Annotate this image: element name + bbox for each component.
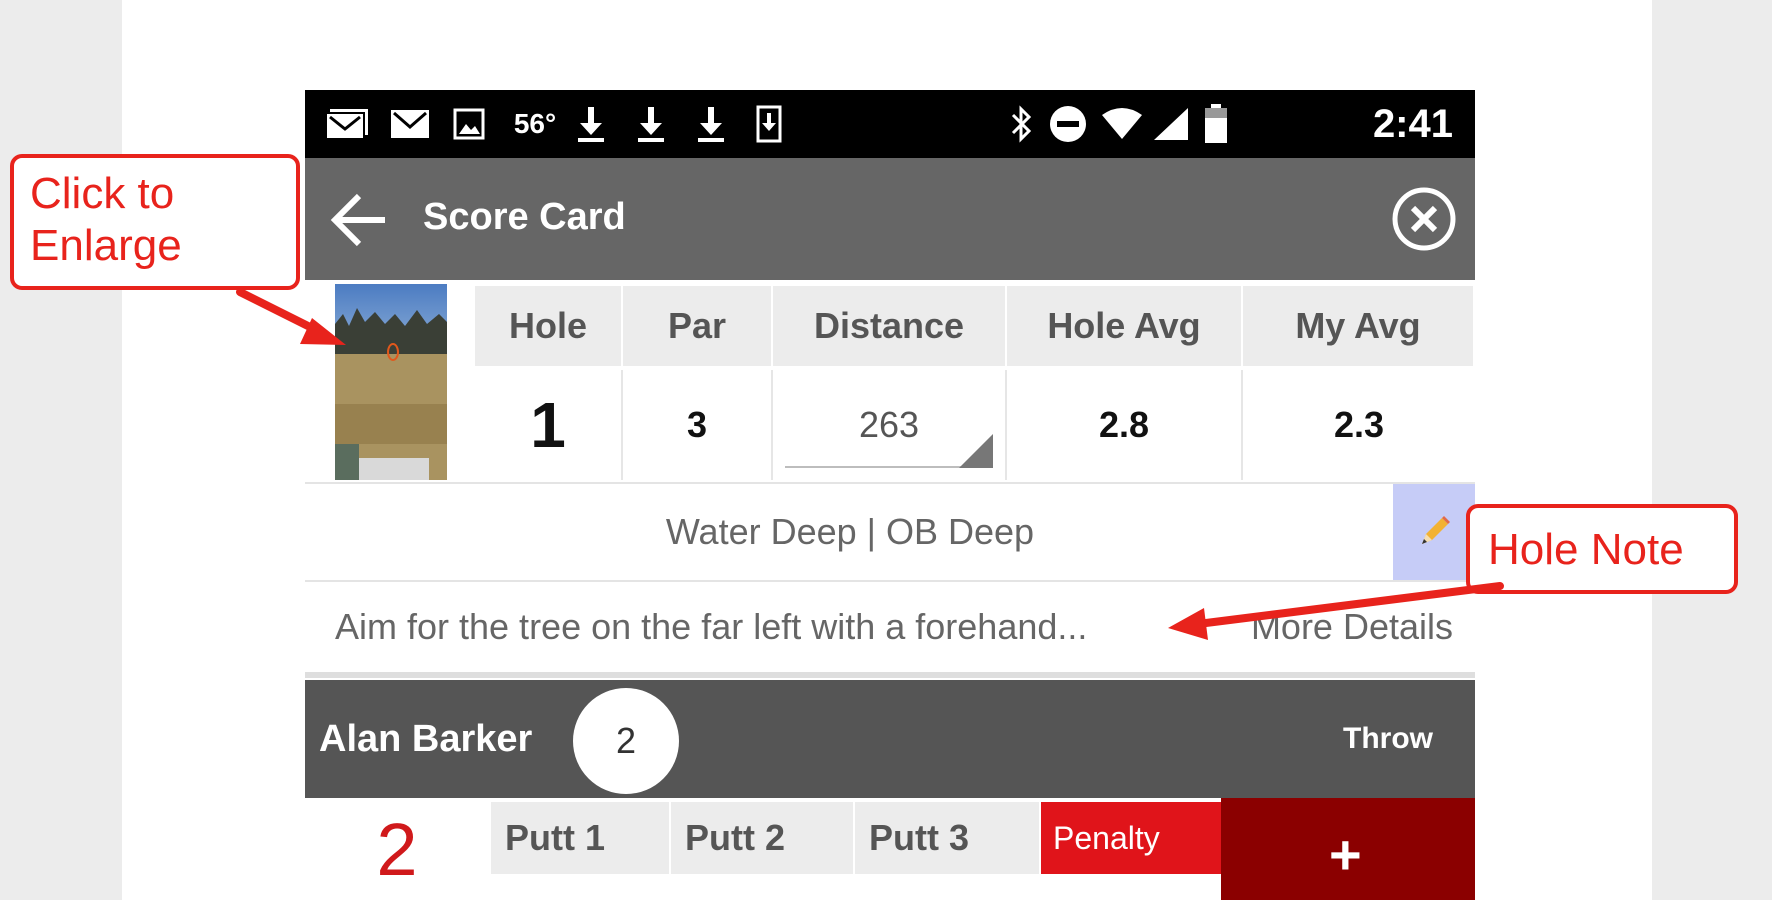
pencil-icon — [1422, 516, 1450, 544]
download-icon — [633, 104, 669, 144]
header-hole: Hole — [475, 286, 623, 366]
image-icon — [451, 104, 487, 144]
edit-note-button[interactable] — [1393, 484, 1475, 580]
dropdown-corner-icon — [959, 434, 993, 468]
add-stroke-button[interactable]: + — [1221, 798, 1475, 900]
hole-score-display: 2 — [376, 807, 418, 891]
hole-note-row: Aim for the tree on the far left with a … — [305, 580, 1475, 678]
header-hole-avg: Hole Avg — [1007, 286, 1243, 366]
hole-number: 1 — [475, 370, 623, 480]
putt-1-button[interactable]: Putt 1 — [491, 802, 671, 874]
hazards-row: Water Deep | OB Deep — [305, 482, 1475, 580]
hole-photo-image — [335, 284, 447, 480]
throw-button[interactable]: Throw — [1343, 722, 1433, 756]
hole-note-text: Aim for the tree on the far left with a … — [335, 606, 1088, 647]
penalty-button[interactable]: Penalty — [1041, 802, 1221, 874]
player-name: Alan Barker — [319, 718, 533, 760]
temperature-text: 56° — [513, 108, 557, 139]
battery-icon — [1201, 104, 1231, 144]
plus-icon: + — [1329, 823, 1362, 886]
distance-field[interactable]: 263 — [773, 370, 1007, 480]
bluetooth-icon — [1005, 104, 1037, 144]
hole-thumbnail[interactable] — [335, 284, 447, 480]
click-to-enlarge-callout: Click to Enlarge — [10, 154, 300, 290]
header-my-avg: My Avg — [1243, 286, 1475, 366]
header-distance: Distance — [773, 286, 1007, 366]
hazards-text: Water Deep | OB Deep — [665, 511, 1035, 552]
player-bar: Alan Barker 2 Throw — [305, 680, 1475, 798]
back-button[interactable] — [327, 188, 391, 252]
gmail-multi-icon — [323, 104, 371, 144]
download-icon — [573, 104, 609, 144]
distance-value: 263 — [858, 404, 920, 445]
phone-download-icon — [751, 104, 787, 144]
phone-screen: 56° 2:41 Score Card Hole Par Distance Ho… — [305, 90, 1475, 900]
do-not-disturb-icon — [1047, 104, 1089, 144]
par-value: 3 — [623, 370, 773, 480]
more-details-link[interactable]: More Details — [1251, 606, 1453, 648]
player-score-badge[interactable]: 2 — [573, 688, 679, 794]
putt-2-button[interactable]: Putt 2 — [671, 802, 855, 874]
header-par: Par — [623, 286, 773, 366]
status-time: 2:41 — [1372, 102, 1453, 146]
close-circle-icon — [1392, 187, 1456, 251]
my-avg-value: 2.3 — [1243, 370, 1475, 480]
hole-avg-value: 2.8 — [1007, 370, 1243, 480]
hole-note-callout: Hole Note — [1466, 504, 1738, 594]
download-icon — [693, 104, 729, 144]
cell-signal-icon — [1151, 104, 1191, 144]
back-arrow-icon — [330, 193, 385, 247]
gmail-icon — [389, 104, 431, 144]
hole-info-table: Hole Par Distance Hole Avg My Avg 1 3 26… — [475, 286, 1475, 480]
status-bar: 56° 2:41 — [305, 90, 1475, 158]
putt-3-button[interactable]: Putt 3 — [855, 802, 1041, 874]
close-button[interactable] — [1391, 186, 1457, 252]
wifi-icon — [1099, 104, 1145, 144]
app-bar: Score Card — [305, 158, 1475, 280]
page-title: Score Card — [423, 196, 626, 238]
